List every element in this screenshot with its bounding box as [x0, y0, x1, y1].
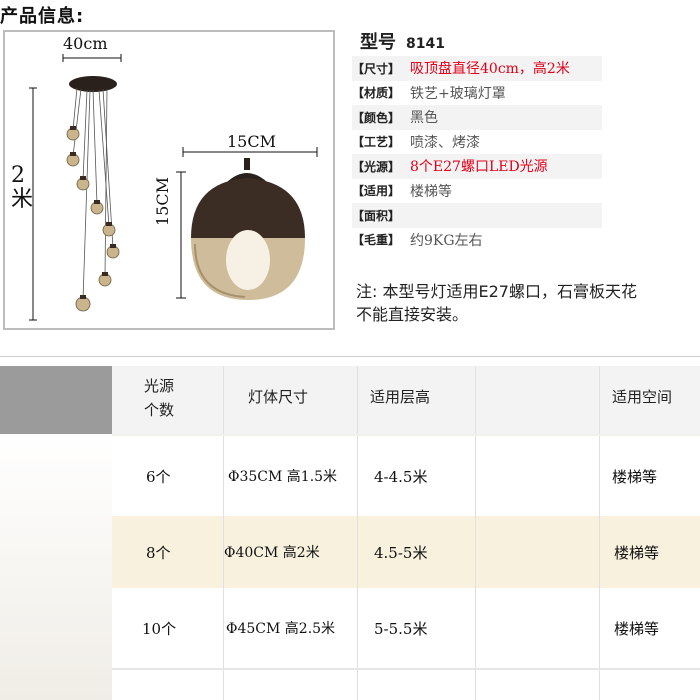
product-image: 40cm 2米 15CM 15CM [3, 30, 335, 330]
spec-row-area: 【面积】 [352, 203, 602, 228]
dim-shade-height: 15CM [153, 177, 172, 226]
section-divider [0, 356, 700, 357]
spec-value: 吸顶盘直径40cm，高2米 [410, 61, 570, 78]
table-cell: 4.5-5米 [358, 516, 476, 588]
table-row: 10个 Φ45CM 高2.5米 5-5.5米 楼梯等 [112, 588, 700, 668]
table-cell: 楼梯等 [612, 468, 658, 486]
size-table: 光源 个数 灯体尺寸 适用层高 适用空间 6个 Φ35CM 高1.5米 4-4.… [0, 366, 700, 700]
spec-label: 【工艺】 [352, 135, 401, 150]
installation-note: 注: 本型号灯适用E27螺口，石膏板天花 不能直接安装。 [356, 280, 700, 326]
spec-row-process: 【工艺】 喷漆、烤漆 [352, 130, 602, 155]
spec-value: 8个E27螺口LED光源 [410, 159, 548, 176]
table-cell [476, 436, 600, 516]
spec-value: 黑色 [410, 110, 438, 127]
spec-label: 【适用】 [352, 184, 401, 199]
spec-row-light-source: 【光源】 8个E27螺口LED光源 [352, 154, 602, 179]
dim-plate-diameter: 40cm [63, 34, 108, 53]
table-cell: 6个 [112, 436, 224, 516]
spec-label: 【颜色】 [352, 110, 401, 125]
header-cell [476, 366, 600, 434]
header-cell: 适用空间 [612, 388, 673, 406]
header-cell: 适用层高 [358, 366, 476, 434]
spec-label: 【尺寸】 [352, 61, 401, 76]
table-cell [476, 588, 600, 668]
table-cell: Φ45CM 高2.5米 [224, 588, 358, 668]
spec-list: 【尺寸】 吸顶盘直径40cm，高2米 【材质】 铁艺+玻璃灯罩 【颜色】 黑色 … [352, 56, 602, 252]
table-row: 6个 Φ35CM 高1.5米 4-4.5米 楼梯等 [112, 436, 700, 516]
spec-label: 【毛重】 [352, 233, 401, 248]
section-title: 产品信息: [0, 6, 85, 27]
spec-value: 约9KG左右 [410, 232, 483, 249]
note-line: 不能直接安装。 [356, 305, 469, 324]
table-cell [476, 516, 600, 588]
dim-shade-width: 15CM [227, 132, 276, 151]
table-cell: 4-4.5米 [358, 436, 476, 516]
table-cell: 楼梯等 [614, 544, 660, 562]
note-line: 注: 本型号灯适用E27螺口，石膏板天花 [356, 282, 637, 301]
spec-row-color: 【颜色】 黑色 [352, 105, 602, 130]
header-cell: 光源 个数 [112, 366, 224, 434]
table-cell: 楼梯等 [614, 620, 660, 638]
model-number: 8141 [406, 36, 445, 52]
table-row: 8个 Φ40CM 高2米 4.5-5米 楼梯等 [112, 516, 700, 588]
table-left-margin [0, 434, 112, 700]
spec-row-application: 【适用】 楼梯等 [352, 179, 602, 204]
table-tail-row [112, 668, 700, 700]
spec-label: 【材质】 [352, 86, 401, 101]
spec-label: 【面积】 [352, 208, 401, 223]
table-cell: 10个 [112, 588, 224, 668]
model-heading: 型号 8141 [360, 28, 445, 54]
table-cell: 5-5.5米 [358, 588, 476, 668]
table-cell: Φ35CM 高1.5米 [224, 436, 358, 516]
spec-row-size: 【尺寸】 吸顶盘直径40cm，高2米 [352, 56, 602, 81]
model-label: 型号 [360, 32, 396, 53]
spec-row-gross-weight: 【毛重】 约9KG左右 [352, 228, 602, 253]
dim-overall-height: 2米 [11, 163, 34, 212]
table-cell: 8个 [112, 516, 224, 588]
spec-label: 【光源】 [352, 159, 401, 174]
table-rows: 光源 个数 灯体尺寸 适用层高 适用空间 6个 Φ35CM 高1.5米 4-4.… [112, 366, 700, 700]
spec-value: 铁艺+玻璃灯罩 [410, 85, 506, 102]
spec-value: 喷漆、烤漆 [410, 134, 480, 151]
spec-value: 楼梯等 [410, 183, 452, 200]
spec-row-material: 【材质】 铁艺+玻璃灯罩 [352, 81, 602, 106]
table-cell: Φ40CM 高2米 [224, 516, 358, 588]
table-header-row: 光源 个数 灯体尺寸 适用层高 适用空间 [112, 366, 700, 434]
header-cell: 灯体尺寸 [224, 366, 358, 434]
